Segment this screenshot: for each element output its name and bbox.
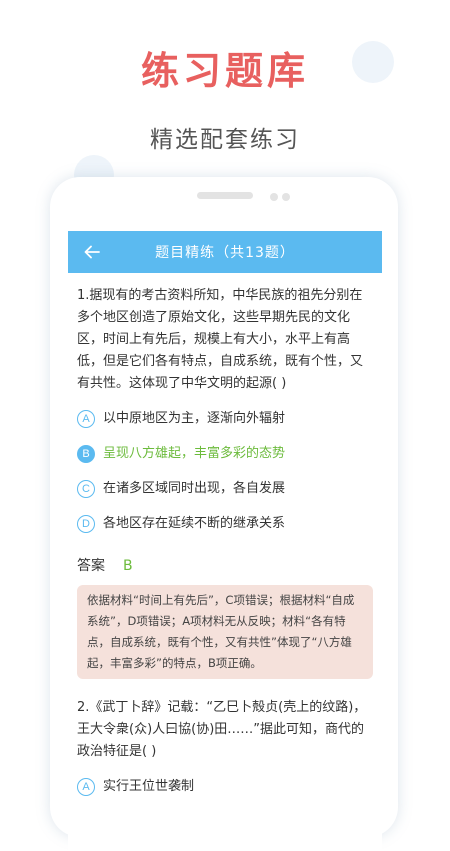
option-text: 在诸多区域同时出现，各自发展 (103, 480, 286, 496)
phone-camera-dot (270, 193, 278, 201)
option-c[interactable]: C 在诸多区域同时出现，各自发展 (77, 471, 373, 506)
promo-title: 练习题库 (140, 49, 309, 93)
phone-frame: 题目精练（共13题） 1.据现有的考古资料所知，中华民族的祖先分别在多个地区创造… (50, 177, 398, 851)
promo-subtitle: 精选配套练习 (150, 127, 300, 153)
option-a[interactable]: A 实行王位世袭制 (77, 769, 373, 804)
answer-label: 答案 (77, 558, 105, 574)
question-item: 2.《武丁卜辞》记载：“乙巳卜殻贞(壳上的纹路)，王大令衆(众)人曰協(协)田…… (77, 697, 373, 804)
option-letter-badge: D (77, 514, 95, 533)
phone-camera-dot (282, 193, 290, 201)
phone-speaker (197, 192, 253, 199)
question-stem: 2.《武丁卜辞》记载：“乙巳卜殻贞(壳上的纹路)，王大令衆(众)人曰協(协)田…… (77, 700, 367, 759)
question-item: 1.据现有的考古资料所知，中华民族的祖先分别在多个地区创造了原始文化，这些早期先… (77, 285, 373, 679)
option-text: 各地区存在延续不断的继承关系 (103, 515, 286, 531)
option-text: 以中原地区为主，逐渐向外辐射 (103, 410, 286, 426)
arrow-left-icon (84, 245, 100, 259)
option-text: 实行王位世袭制 (103, 778, 195, 794)
option-letter-badge: C (77, 479, 95, 498)
explanation-box: 依据材料“时间上有先后”，C项错误；根据材料“自成系统”，D项错误；A项材料无从… (77, 585, 373, 679)
option-text: 呈现八方雄起，丰富多彩的态势 (103, 445, 286, 461)
option-letter-badge: A (77, 777, 95, 796)
option-letter-badge: A (77, 409, 95, 428)
header-title: 题目精练（共13题） (155, 245, 295, 261)
question-list: 1.据现有的考古资料所知，中华民族的祖先分别在多个地区创造了原始文化，这些早期先… (68, 273, 382, 804)
option-d[interactable]: D 各地区存在延续不断的继承关系 (77, 506, 373, 541)
app-header: 题目精练（共13题） (68, 231, 382, 273)
back-button[interactable] (80, 240, 104, 264)
answer-value: B (123, 558, 133, 574)
option-b[interactable]: B 呈现八方雄起，丰富多彩的态势 (77, 436, 373, 471)
answer-row: 答案 B (77, 555, 373, 577)
app-screen: 题目精练（共13题） 1.据现有的考古资料所知，中华民族的祖先分别在多个地区创造… (68, 231, 382, 851)
option-letter-badge: B (77, 444, 95, 463)
question-stem: 1.据现有的考古资料所知，中华民族的祖先分别在多个地区创造了原始文化，这些早期先… (77, 288, 364, 391)
option-a[interactable]: A 以中原地区为主，逐渐向外辐射 (77, 401, 373, 436)
